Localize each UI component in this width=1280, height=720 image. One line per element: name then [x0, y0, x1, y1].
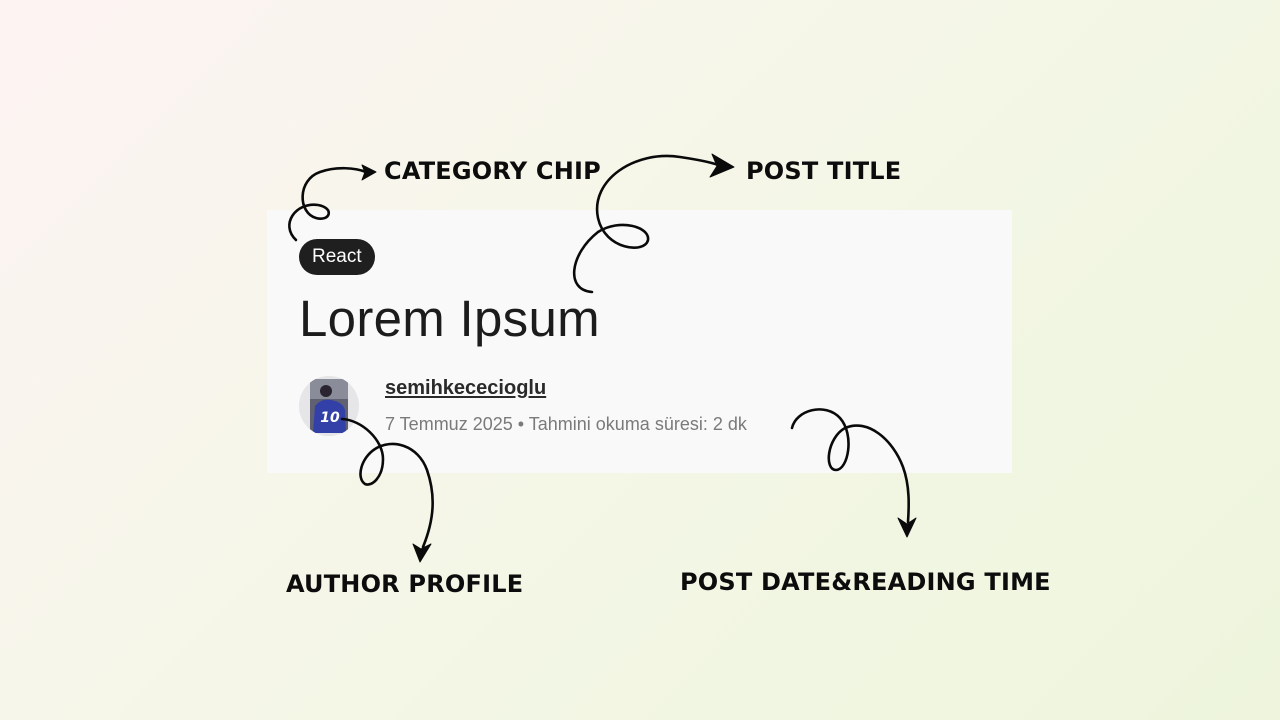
arrowhead-post-title	[709, 153, 735, 178]
reading-time-label: Tahmini okuma süresi:	[528, 414, 708, 434]
post-title: Lorem Ipsum	[299, 290, 600, 347]
annotation-category-chip: CATEGORY CHIP	[384, 157, 601, 185]
svg-text:10: 10	[320, 410, 340, 426]
avatar-photo-image: 10	[299, 376, 359, 436]
arrowhead-category-chip	[361, 164, 377, 181]
category-chip[interactable]: React	[299, 239, 375, 275]
arrowhead-post-date	[897, 517, 917, 538]
post-date: 7 Temmuz 2025	[385, 414, 513, 434]
arrowhead-author-profile	[412, 543, 432, 563]
post-meta: 7 Temmuz 2025 • Tahmini okuma süresi: 2 …	[385, 411, 747, 437]
reading-time-value: 2 dk	[712, 414, 747, 434]
meta-separator: •	[517, 414, 525, 434]
annotation-post-date-reading-time: POST DATE&READING TIME	[680, 568, 1051, 596]
annotation-post-title: POST TITLE	[746, 157, 902, 185]
author-profile-link[interactable]: semihkececioglu	[385, 375, 546, 401]
author-avatar[interactable]: 10	[299, 376, 359, 436]
annotation-author-profile: AUTHOR PROFILE	[286, 570, 524, 598]
